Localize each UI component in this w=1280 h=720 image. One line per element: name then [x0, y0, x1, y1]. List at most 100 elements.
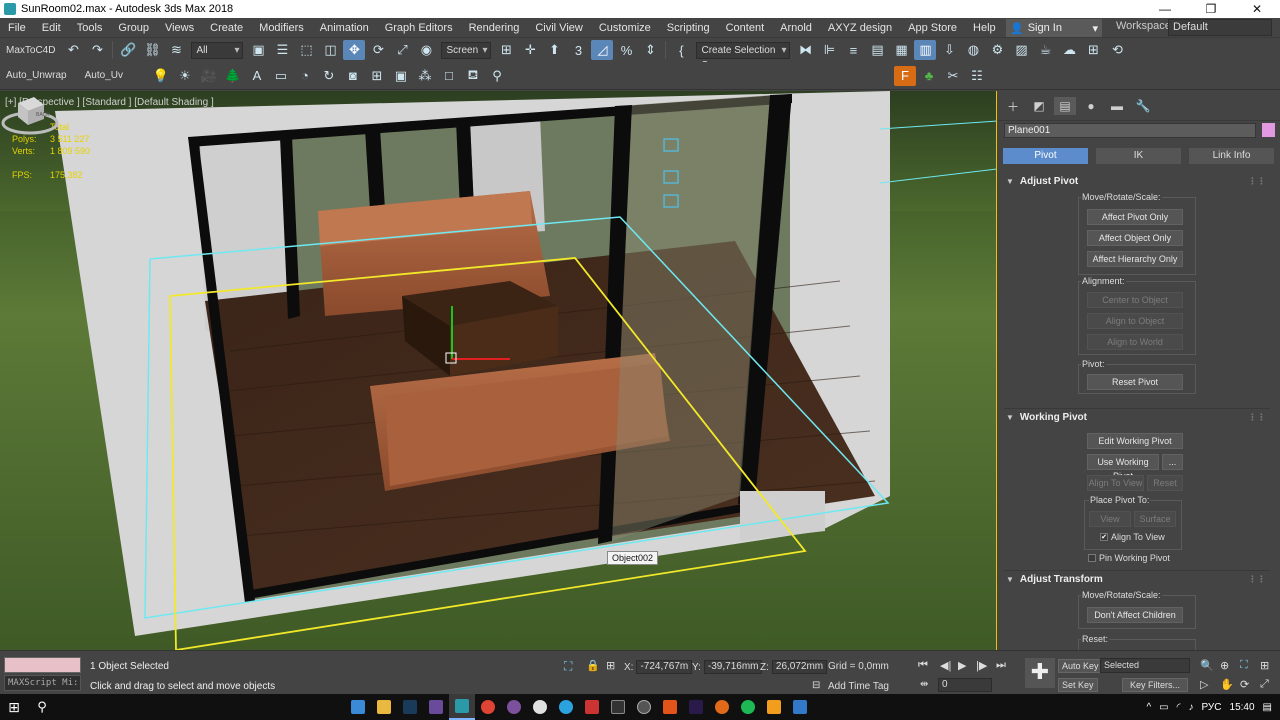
tree-icon[interactable]: 🌲	[222, 66, 244, 86]
tools-icon[interactable]: ✂	[942, 66, 964, 86]
maxscript-listener-output[interactable]	[4, 657, 81, 673]
key-selection-dropdown[interactable]: Selected	[1100, 658, 1190, 673]
align-to-object-button[interactable]: Align to Object	[1087, 313, 1183, 329]
network-icon[interactable]: ◜	[1177, 702, 1181, 713]
object-color-swatch[interactable]	[1262, 123, 1275, 137]
place-pivot-view-button[interactable]: View	[1089, 511, 1131, 527]
layer-manager-icon[interactable]: ≡	[842, 40, 864, 60]
align-to-view-button[interactable]: Align To View	[1087, 475, 1144, 491]
3dsmax-taskbar-icon[interactable]	[449, 694, 475, 720]
perspective-viewport[interactable]: [+] [Perspective ] [Standard ] [Default …	[0, 91, 997, 650]
select-object-icon[interactable]: ▣	[247, 40, 269, 60]
select-and-place-icon[interactable]: ◉	[415, 40, 437, 60]
photoshop-icon[interactable]	[397, 694, 423, 720]
zoom-icon[interactable]: 🔍	[1200, 659, 1214, 672]
menu-arnold[interactable]: Arnold	[772, 18, 820, 38]
teapot-icon[interactable]: ⛾	[462, 66, 484, 86]
windows-start-icon[interactable]: ⊞	[0, 699, 28, 716]
menu-graph-editors[interactable]: Graph Editors	[377, 18, 461, 38]
create-selection-set-dropdown[interactable]: Create Selection Se	[696, 41, 791, 71]
render-iterative-icon[interactable]: ☁	[1058, 40, 1080, 60]
set-key-button[interactable]: Set Key	[1058, 678, 1098, 692]
working-pivot-rollout-header[interactable]: ▼ Working Pivot ⋮⋮	[1004, 408, 1270, 426]
notifications-icon[interactable]: ▤	[1263, 702, 1272, 713]
window-crossing-icon[interactable]: ◫	[319, 40, 341, 60]
hierarchy-tab-icon[interactable]: ▤	[1054, 97, 1076, 115]
sign-in-button[interactable]: 👤 Sign In ▾	[1006, 19, 1102, 37]
zoom-extents-all-icon[interactable]: ⊞	[1260, 659, 1269, 672]
zoom-extents-icon[interactable]: ⛶	[1240, 659, 1248, 672]
set-key-large-icon[interactable]: ✚	[1025, 658, 1055, 688]
app-dark-icon[interactable]	[605, 694, 631, 720]
pan-view-icon[interactable]: ✋	[1220, 678, 1234, 691]
volume-icon[interactable]: ♪	[1188, 702, 1193, 713]
menu-edit[interactable]: Edit	[34, 18, 69, 38]
viewcube[interactable]: BACK	[0, 91, 60, 141]
chrome-icon[interactable]	[475, 694, 501, 720]
display-tab-icon[interactable]: ▬	[1106, 97, 1128, 115]
menu-scripting[interactable]: Scripting	[659, 18, 718, 38]
tray-chevron-icon[interactable]: ^	[1146, 702, 1151, 713]
create-tab-icon[interactable]: ＋	[1002, 97, 1024, 115]
reference-coordinate-dropdown[interactable]: Screen	[441, 41, 492, 59]
maximize-viewport-icon[interactable]: ⤢	[1260, 678, 1269, 691]
go-to-end-icon[interactable]: ⏭	[996, 659, 1006, 672]
input-language[interactable]: РУС	[1201, 702, 1221, 713]
keyboard-shortcut-icon[interactable]: ⬆	[543, 40, 565, 60]
reset-working-pivot-button[interactable]: Reset	[1147, 475, 1183, 491]
menu-content[interactable]: Content	[718, 18, 773, 38]
tab-link-info[interactable]: Link Info	[1189, 148, 1274, 164]
y-coordinate-field[interactable]: -39,716mm	[703, 660, 763, 674]
bind-space-warp-icon[interactable]: ≋	[165, 40, 187, 60]
sphere-icon[interactable]: ◔	[294, 66, 316, 86]
auto-key-button[interactable]: Auto Key	[1058, 659, 1103, 673]
auto-unwrap-button[interactable]: Auto_Unwrap	[0, 70, 73, 81]
maxtoc4d-button[interactable]: MaxToC4D	[0, 45, 61, 56]
box-icon[interactable]: ▭	[270, 66, 292, 86]
mirror-icon[interactable]: ⧓	[794, 40, 816, 60]
select-manipulate-icon[interactable]: ✛	[519, 40, 541, 60]
place-pivot-surface-button[interactable]: Surface	[1134, 511, 1176, 527]
add-time-tag-button[interactable]: Add Time Tag	[828, 681, 889, 692]
search-icon[interactable]: ⚲	[28, 699, 56, 715]
unreal-icon[interactable]	[527, 694, 553, 720]
motion-tab-icon[interactable]: ●	[1080, 97, 1102, 115]
render-production-icon[interactable]: ☕	[1034, 40, 1056, 60]
select-by-name-icon[interactable]: ☰	[271, 40, 293, 60]
render-activeshade-icon[interactable]: ⊞	[1082, 40, 1104, 60]
snaps-toggle-icon[interactable]: 3	[567, 40, 589, 60]
selection-lock-icon[interactable]: 🔒	[586, 659, 600, 672]
square-icon[interactable]: □	[438, 66, 460, 86]
menu-help[interactable]: Help	[965, 18, 1004, 38]
workspaces-dropdown[interactable]: Default	[1168, 19, 1272, 36]
previous-frame-icon[interactable]: ◀|	[940, 659, 951, 672]
maximize-button[interactable]: ❐	[1188, 0, 1234, 18]
arnold-render-icon[interactable]: ⟲	[1106, 40, 1128, 60]
material-icon[interactable]: ◙	[342, 66, 364, 86]
viber-icon[interactable]	[501, 694, 527, 720]
minimize-button[interactable]: —	[1142, 0, 1188, 18]
selection-filter-dropdown[interactable]: All	[191, 41, 244, 59]
auto-uv-button[interactable]: Auto_Uv	[79, 70, 129, 81]
sun-icon[interactable]: ☀	[174, 66, 196, 86]
select-and-scale-icon[interactable]: ⤢	[391, 40, 413, 60]
amazon-icon[interactable]	[761, 694, 787, 720]
menu-rendering[interactable]: Rendering	[461, 18, 528, 38]
menu-civil-view[interactable]: Civil View	[527, 18, 590, 38]
grid-icon[interactable]: ⊞	[366, 66, 388, 86]
redo-icon[interactable]: ↷	[86, 40, 108, 60]
clock[interactable]: 15:40	[1230, 702, 1255, 713]
desktop-app-icon[interactable]	[345, 694, 371, 720]
app-blue-icon[interactable]	[787, 694, 813, 720]
premiere-icon[interactable]	[683, 694, 709, 720]
spotify-icon[interactable]	[735, 694, 761, 720]
menu-group[interactable]: Group	[110, 18, 157, 38]
orbit-icon[interactable]: ⟳	[1240, 678, 1249, 691]
file-explorer-icon[interactable]	[371, 694, 397, 720]
working-pivot-options-button[interactable]: ...	[1162, 454, 1183, 470]
store-icon[interactable]	[423, 694, 449, 720]
battery-icon[interactable]: ▭	[1159, 702, 1168, 713]
utilities-tab-icon[interactable]: 🔧	[1132, 97, 1154, 115]
particles-icon[interactable]: ⁂	[414, 66, 436, 86]
z-coordinate-field[interactable]: 26,072mm	[771, 660, 828, 674]
